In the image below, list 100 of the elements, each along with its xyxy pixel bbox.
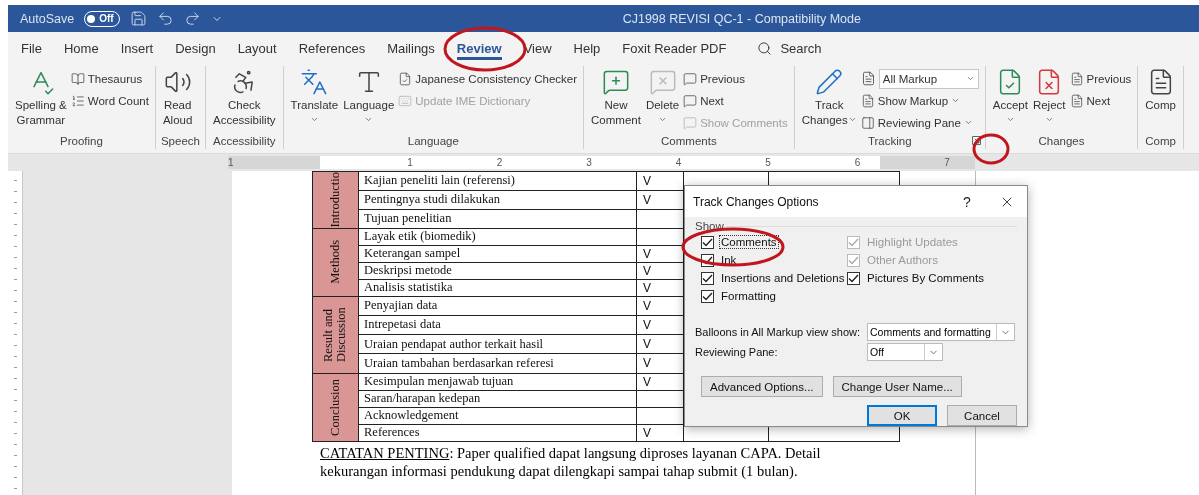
dialog-title: Track Changes Options bbox=[693, 194, 820, 209]
ribbon-tab[interactable]: File bbox=[10, 32, 53, 64]
ribbon-button[interactable]: New Comment bbox=[589, 66, 643, 130]
comment-delete-icon bbox=[648, 68, 677, 96]
dialog-button[interactable]: Cancel bbox=[947, 405, 1017, 426]
ribbon-tab[interactable]: Foxit Reader PDF bbox=[611, 32, 738, 64]
autosave-label: AutoSave bbox=[20, 11, 75, 26]
save-icon[interactable] bbox=[129, 10, 147, 27]
ribbon-button[interactable]: Check Accessibility bbox=[210, 66, 278, 130]
ribbon-button[interactable]: Show Markup bbox=[859, 90, 980, 111]
pencil-document-icon bbox=[815, 68, 844, 96]
ribbon-tab[interactable]: References bbox=[287, 32, 377, 64]
ribbon-button[interactable]: Accept bbox=[990, 66, 1030, 126]
check-icon bbox=[848, 237, 859, 247]
dropdown-field[interactable]: Comments and formatting bbox=[867, 323, 1015, 341]
comment-icon bbox=[683, 115, 698, 130]
ribbon-button[interactable]: Delete bbox=[643, 66, 682, 126]
window-title: CJ1998 REVISI QC-1 - Compatibility Mode bbox=[622, 11, 861, 26]
ribbon-button[interactable]: Reviewing Pane bbox=[859, 112, 980, 133]
caret-icon bbox=[309, 115, 319, 124]
table-cell: V bbox=[636, 353, 684, 374]
group-label: Accessibility bbox=[212, 134, 276, 149]
checkbox[interactable]: Formatting bbox=[701, 288, 847, 304]
ruler-number: 2 bbox=[495, 157, 504, 168]
checkbox[interactable]: Pictures By Comments bbox=[847, 270, 1017, 286]
ribbon-tab[interactable]: Mailings bbox=[376, 32, 446, 64]
ruler-number: 6 bbox=[853, 157, 862, 168]
ribbon-button[interactable]: Spelling & Grammar bbox=[13, 66, 69, 130]
group-label: Language bbox=[407, 134, 459, 149]
ribbon-button[interactable]: Track Changes bbox=[799, 66, 859, 130]
caret-icon bbox=[364, 115, 374, 124]
group-label: Proofing bbox=[60, 134, 103, 149]
comment-icon bbox=[683, 93, 698, 108]
check-icon bbox=[848, 273, 859, 283]
document-icon bbox=[1069, 71, 1084, 86]
ribbon-tab[interactable]: Insert bbox=[109, 32, 165, 64]
ribbon-tab[interactable]: Design bbox=[164, 32, 227, 64]
section-label: Introductio bbox=[328, 172, 343, 228]
check-icon bbox=[848, 255, 859, 265]
table-cell: Deskripsi metode bbox=[358, 262, 637, 280]
document-icon bbox=[1069, 93, 1084, 108]
ribbon-button[interactable]: Thesaurus bbox=[69, 68, 150, 89]
ruler-number: 4 bbox=[674, 157, 683, 168]
dialog-button[interactable]: OK bbox=[867, 405, 937, 426]
keyboard-icon bbox=[398, 93, 413, 108]
table-cell: Saran/harapan kedepan bbox=[358, 390, 637, 408]
ruler-number: 1 bbox=[228, 157, 235, 168]
search-icon bbox=[757, 40, 773, 56]
ribbon-button[interactable]: Japanese Consistency Checker bbox=[397, 68, 579, 89]
pane-icon bbox=[860, 115, 875, 130]
book-icon bbox=[70, 71, 85, 86]
table-cell: Tujuan penelitian bbox=[358, 209, 637, 229]
focus-outline: Pictures By Comments bbox=[866, 272, 985, 284]
table-cell: Acknowledgement bbox=[358, 407, 637, 425]
table-cell: Uraian pendapat author terkait hasil bbox=[358, 334, 637, 354]
dialog-button[interactable]: Advanced Options... bbox=[701, 376, 823, 397]
table-cell: V bbox=[636, 424, 684, 442]
checkbox[interactable]: Insertions and Deletions bbox=[701, 270, 847, 286]
group-label: Speech bbox=[160, 134, 200, 149]
ribbon-button[interactable]: Reject bbox=[1030, 66, 1068, 126]
caret-icon bbox=[963, 118, 973, 127]
ribbon-tab[interactable]: Help bbox=[562, 32, 612, 64]
ribbon-button[interactable]: Previous bbox=[1068, 68, 1133, 89]
ribbon-button[interactable]: Read Aloud bbox=[160, 66, 195, 130]
table-cell: Keterangan sampel bbox=[358, 245, 637, 263]
ruler-number: 5 bbox=[764, 157, 772, 168]
caret-icon bbox=[965, 74, 975, 83]
markup-dropdown[interactable]: All Markup bbox=[878, 68, 979, 89]
document-check-icon bbox=[398, 71, 413, 86]
redo-icon[interactable] bbox=[183, 10, 201, 27]
dialog-launcher-icon[interactable] bbox=[971, 136, 981, 145]
check-icon bbox=[702, 291, 713, 301]
table-cell: V bbox=[636, 262, 684, 280]
dialog-button[interactable]: Change User Name... bbox=[832, 376, 962, 397]
ribbon-button[interactable]: Comp bbox=[1143, 66, 1178, 115]
dropdown-field[interactable]: Off bbox=[867, 343, 943, 361]
search-button[interactable]: Search bbox=[751, 32, 828, 64]
table-cell: Intrepetasi data bbox=[358, 315, 637, 335]
checkbox[interactable]: Comments bbox=[701, 234, 847, 250]
check-icon bbox=[702, 273, 713, 283]
ribbon-tab[interactable]: Layout bbox=[226, 32, 288, 64]
table-cell: V bbox=[636, 296, 684, 316]
ribbon-button[interactable]: Next bbox=[1068, 90, 1133, 111]
ribbon-tab[interactable]: Review bbox=[445, 32, 513, 64]
help-button[interactable]: ? bbox=[947, 186, 987, 217]
document-icon bbox=[860, 93, 875, 108]
section-label: Result and Discussion bbox=[322, 306, 349, 364]
undo-icon[interactable] bbox=[156, 10, 174, 27]
ribbon-button[interactable]: Translate bbox=[288, 66, 341, 126]
ribbon-tab[interactable]: Home bbox=[52, 32, 110, 64]
focus-outline: Highlight Updates bbox=[866, 236, 959, 248]
caret-icon bbox=[1044, 115, 1054, 124]
table-cell: Penyajian data bbox=[358, 296, 637, 316]
ribbon-button[interactable]: Word Count bbox=[69, 90, 150, 111]
ribbon-button[interactable]: Language bbox=[341, 66, 397, 126]
ribbon-button[interactable]: Next bbox=[682, 90, 789, 111]
focus-outline: Other Authors bbox=[866, 254, 939, 266]
ribbon-button[interactable]: Previous bbox=[682, 68, 789, 89]
numbered-list-icon bbox=[70, 93, 85, 108]
table-cell: Analisis statistika bbox=[358, 279, 637, 297]
